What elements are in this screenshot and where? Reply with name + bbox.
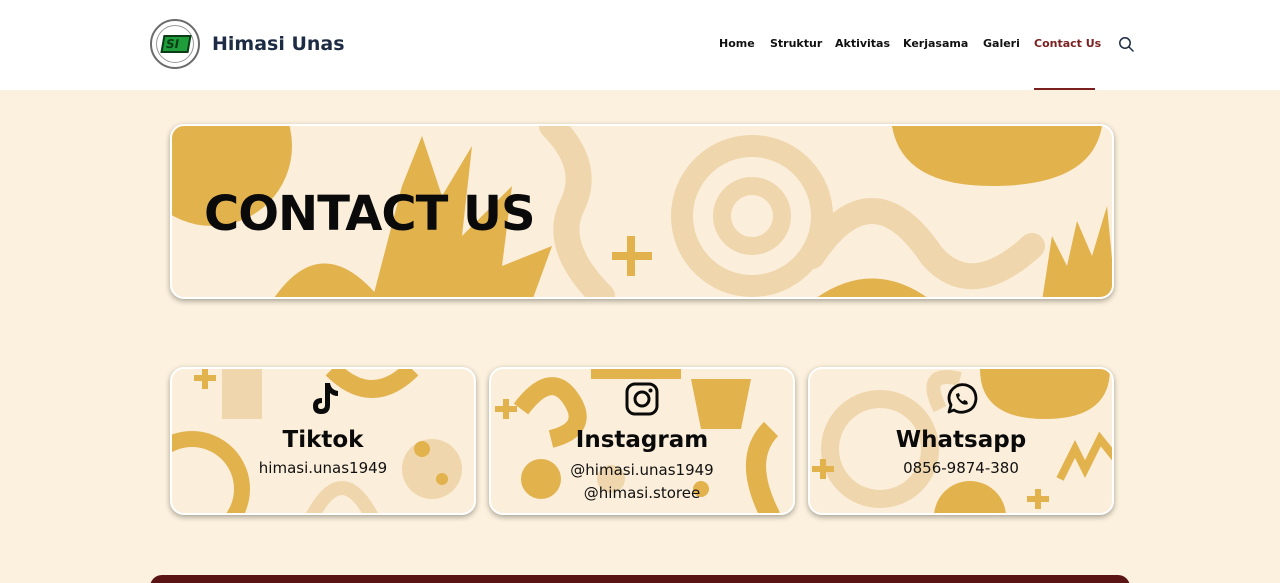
instagram-handle-primary[interactable]: @himasi.unas1949 (491, 461, 793, 479)
contact-card-instagram[interactable]: Instagram @himasi.unas1949 @himasi.store… (489, 367, 795, 515)
himasi-logo: SI (150, 19, 200, 69)
nav-galeri[interactable]: Galeri (983, 37, 1020, 50)
contact-hero-banner: CONTACT US (170, 124, 1114, 299)
contact-card-whatsapp[interactable]: Whatsapp 0856-9874-380 (808, 367, 1114, 515)
active-nav-indicator (1034, 88, 1095, 90)
nav-struktur[interactable]: Struktur (770, 37, 822, 50)
nav-contact-us[interactable]: Contact Us (1034, 37, 1101, 50)
card-title: Tiktok (282, 427, 364, 453)
search-icon[interactable] (1118, 36, 1134, 52)
card-title: Whatsapp (895, 427, 1027, 453)
brand[interactable]: SI Himasi Unas (150, 19, 345, 69)
footer-section-top (150, 575, 1130, 583)
contact-card-tiktok[interactable]: Tiktok himasi.unas1949 (170, 367, 476, 515)
tiktok-handle[interactable]: himasi.unas1949 (172, 459, 474, 477)
tiktok-icon (313, 383, 338, 414)
whatsapp-icon (947, 383, 978, 414)
brand-name[interactable]: Himasi Unas (212, 33, 345, 55)
instagram-handle-store[interactable]: @himasi.storee (491, 484, 793, 502)
nav-home[interactable]: Home (719, 37, 755, 50)
whatsapp-number[interactable]: 0856-9874-380 (810, 459, 1112, 477)
page-title: CONTACT US (204, 186, 536, 242)
site-header: SI Himasi Unas Home Struktur Aktivitas K… (0, 0, 1280, 90)
nav-aktivitas[interactable]: Aktivitas (835, 37, 890, 50)
instagram-icon (625, 382, 659, 416)
nav-kerjasama[interactable]: Kerjasama (903, 37, 968, 50)
card-title: Instagram (575, 427, 709, 453)
